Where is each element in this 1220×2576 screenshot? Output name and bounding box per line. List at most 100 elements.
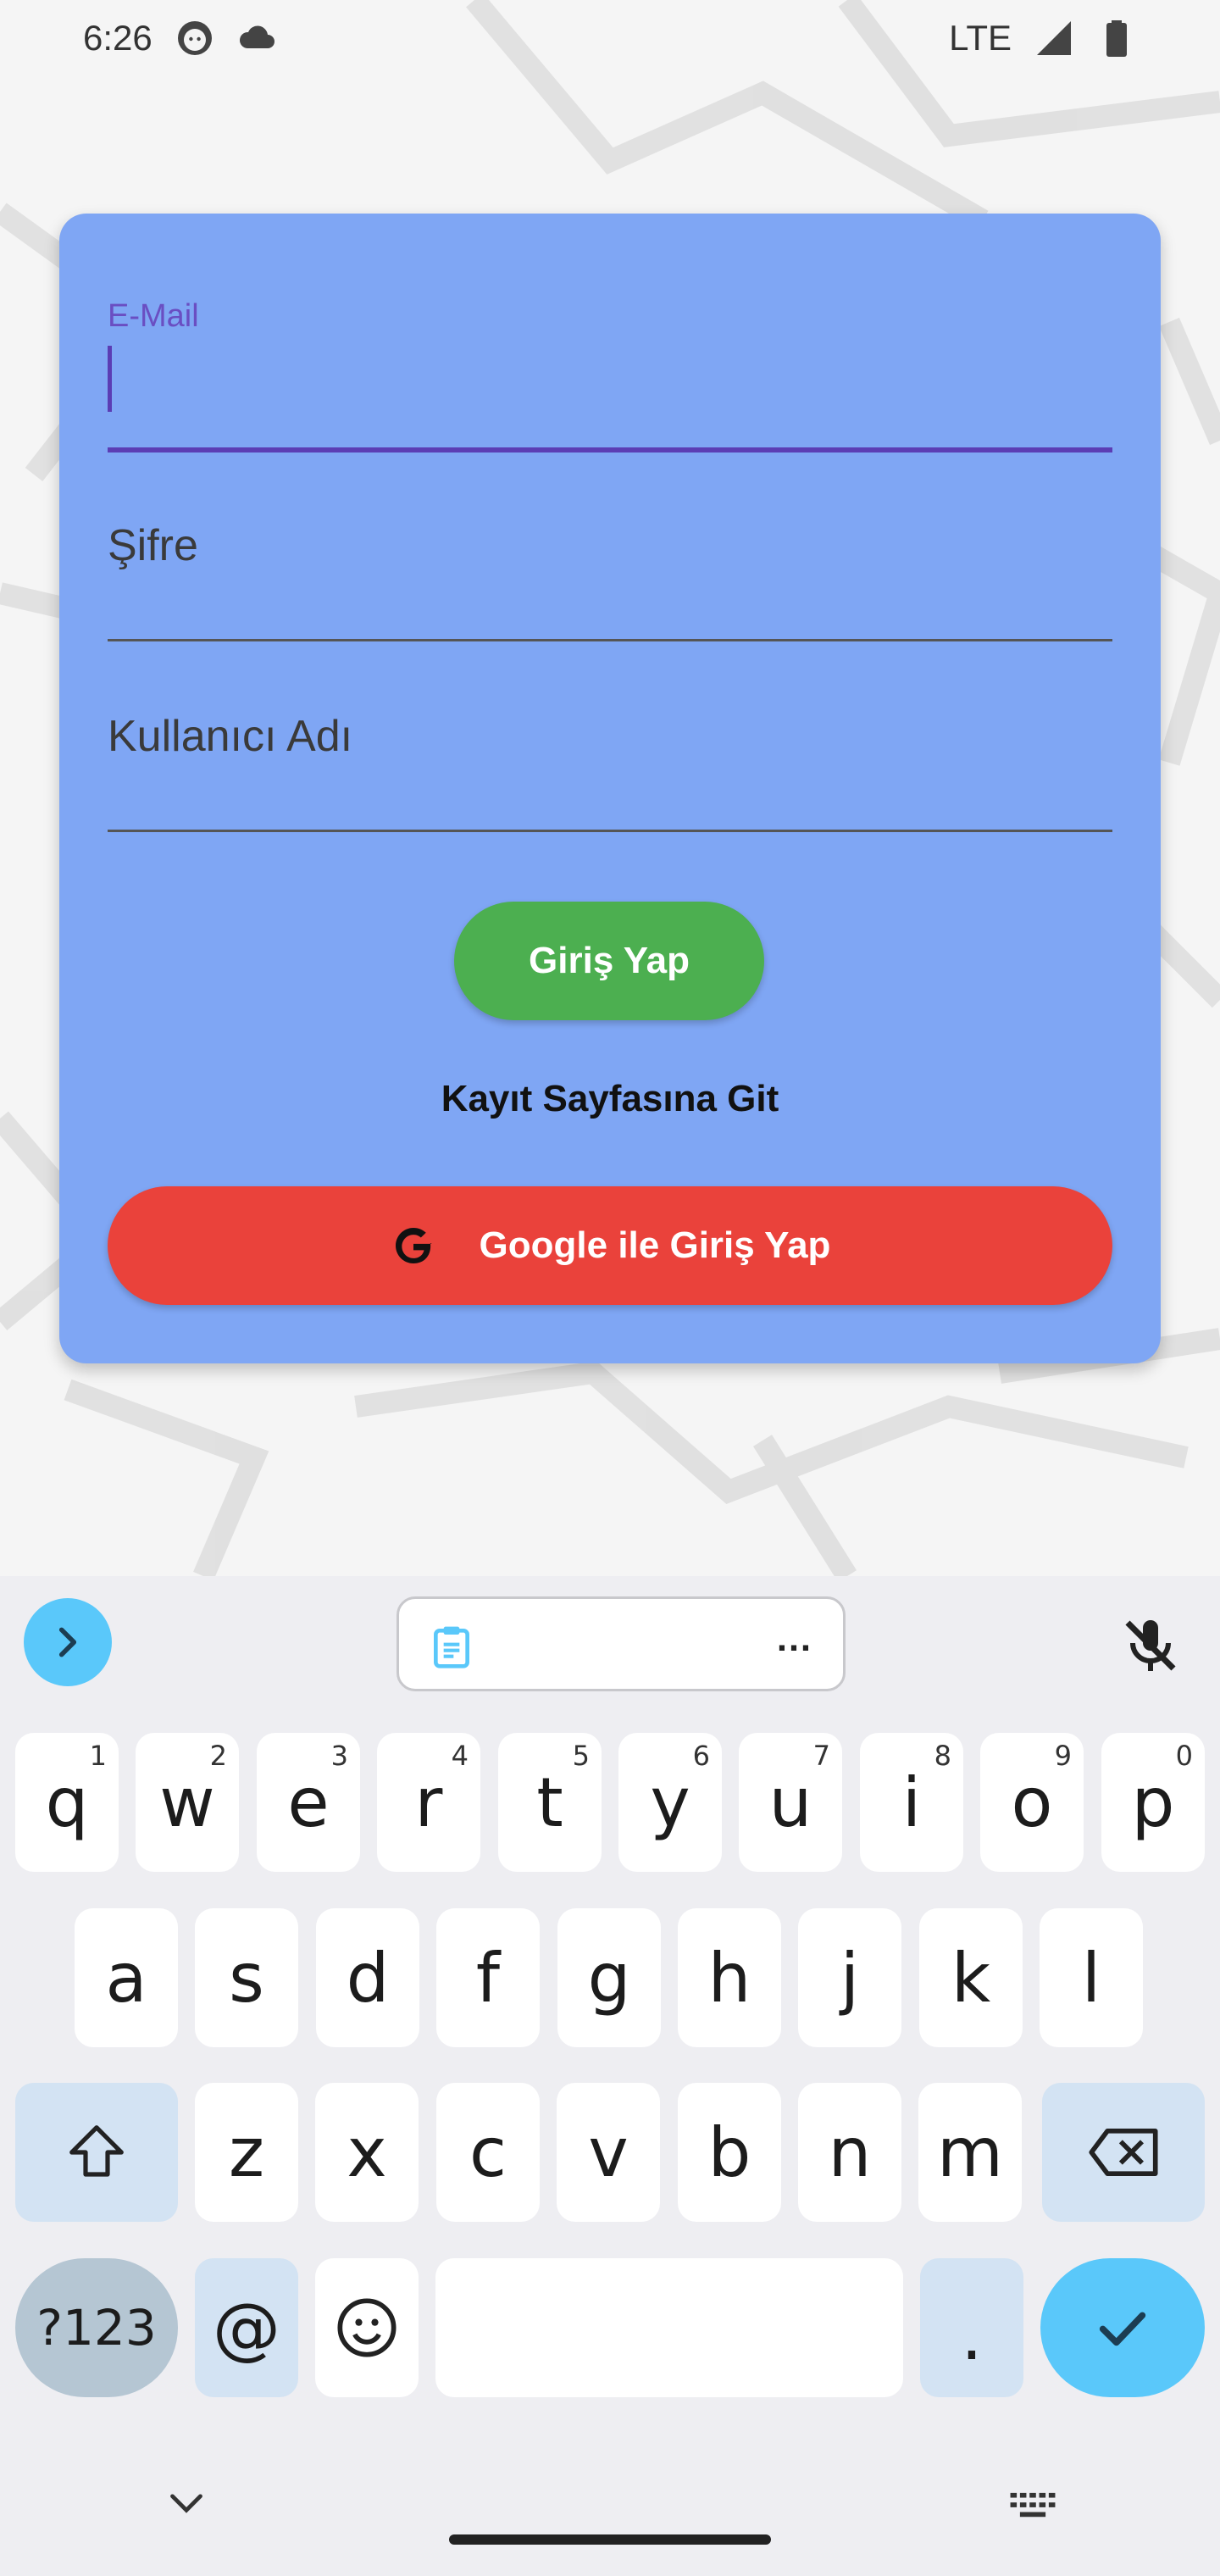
login-button[interactable]: Giriş Yap (454, 902, 764, 1020)
key-label: j (840, 1938, 860, 2018)
key-label: v (588, 2112, 629, 2192)
key-k[interactable]: k (919, 1908, 1023, 2047)
at-key[interactable]: @ (195, 2258, 298, 2397)
key-l[interactable]: l (1040, 1908, 1143, 2047)
shift-key[interactable] (15, 2083, 178, 2222)
key-label: a (105, 1938, 147, 2018)
key-label: z (229, 2112, 264, 2192)
key-w[interactable]: w2 (136, 1733, 239, 1872)
key-d[interactable]: d (316, 1908, 419, 2047)
key-v[interactable]: v (557, 2083, 660, 2222)
gesture-nav-bar[interactable] (449, 2534, 771, 2545)
key-label: d (346, 1938, 390, 2018)
signal-icon (1037, 21, 1071, 55)
username-field[interactable]: Kullanıcı Adı (108, 658, 1112, 832)
key-p[interactable]: p0 (1101, 1733, 1205, 1872)
space-key[interactable] (435, 2258, 903, 2397)
key-n[interactable]: n (798, 2083, 901, 2222)
status-right: LTE (949, 18, 1137, 58)
key-label: l (1081, 1938, 1101, 2018)
key-h[interactable]: h (678, 1908, 781, 2047)
key-hint: 0 (1175, 1740, 1193, 1772)
key-o[interactable]: o9 (980, 1733, 1084, 1872)
key-x[interactable]: x (315, 2083, 419, 2222)
key-m[interactable]: m (918, 2083, 1022, 2222)
clipboard-suggestion[interactable]: … (396, 1596, 846, 1691)
enter-key[interactable] (1040, 2258, 1205, 2397)
username-placeholder: Kullanıcı Adı (108, 712, 353, 761)
cloud-icon (239, 25, 274, 48)
key-z[interactable]: z (195, 2083, 298, 2222)
key-q[interactable]: q1 (15, 1733, 119, 1872)
key-label: m (937, 2112, 1003, 2192)
email-field[interactable]: E-Mail (108, 298, 1112, 452)
expand-toolbar-button[interactable] (24, 1598, 112, 1686)
password-placeholder: Şifre (108, 521, 198, 570)
key-label: o (1011, 1763, 1053, 1842)
chevron-right-icon (58, 1627, 77, 1657)
key-hint: 8 (934, 1740, 951, 1772)
key-c[interactable]: c (436, 2083, 540, 2222)
mic-off-icon[interactable] (1120, 1613, 1181, 1678)
key-hint: 6 (692, 1740, 710, 1772)
period-key[interactable]: . (920, 2258, 1023, 2397)
hide-keyboard-icon[interactable] (168, 2491, 205, 2517)
key-y[interactable]: y6 (618, 1733, 722, 1872)
key-hint: 1 (89, 1740, 107, 1772)
key-a[interactable]: a (75, 1908, 178, 2047)
key-hint: 2 (209, 1740, 227, 1772)
key-hint: 5 (572, 1740, 590, 1772)
key-label: r (414, 1763, 443, 1842)
period-key-label: . (961, 2296, 983, 2375)
key-label: t (536, 1763, 563, 1842)
check-icon (1099, 2312, 1146, 2346)
key-f[interactable]: f (436, 1908, 540, 2047)
network-type: LTE (949, 18, 1012, 58)
shift-icon (69, 2125, 124, 2177)
key-label: f (475, 1938, 501, 2018)
key-i[interactable]: i8 (860, 1733, 963, 1872)
key-label: q (45, 1763, 89, 1842)
backspace-key[interactable] (1042, 2083, 1205, 2222)
emoji-key[interactable] (315, 2258, 419, 2397)
key-b[interactable]: b (678, 2083, 781, 2222)
key-hint: 3 (330, 1740, 348, 1772)
key-hint: 4 (451, 1740, 469, 1772)
register-link[interactable]: Kayıt Sayfasına Git (59, 1078, 1161, 1120)
key-label: e (287, 1763, 330, 1842)
symbols-key-label: ?123 (36, 2299, 157, 2357)
status-left: 6:26 (83, 18, 278, 58)
face-icon (177, 21, 212, 55)
symbols-key[interactable]: ?123 (15, 2258, 178, 2397)
key-label: c (469, 2112, 507, 2192)
google-login-button[interactable]: Google ile Giriş Yap (108, 1186, 1112, 1305)
google-icon (395, 1228, 432, 1263)
email-label: E-Mail (108, 298, 199, 334)
key-hint: 7 (812, 1740, 830, 1772)
password-field[interactable]: Şifre (108, 468, 1112, 641)
key-label: s (229, 1938, 264, 2018)
keyboard-switch-icon[interactable] (1008, 2491, 1057, 2520)
soft-keyboard: … q1w2e3r4t5y6u7i8o9p0 asdfghjkl zxcvbnm… (0, 1576, 1220, 2576)
status-bar: 6:26 LTE (0, 0, 1220, 76)
backspace-icon (1089, 2129, 1158, 2176)
key-label: y (650, 1763, 690, 1842)
key-u[interactable]: u7 (739, 1733, 842, 1872)
clipboard-icon (434, 1626, 469, 1668)
key-label: p (1131, 1763, 1175, 1842)
key-s[interactable]: s (195, 1908, 298, 2047)
key-g[interactable]: g (557, 1908, 661, 2047)
google-button-label: Google ile Giriş Yap (479, 1224, 831, 1266)
key-label: b (707, 2112, 751, 2192)
key-label: x (347, 2112, 387, 2192)
key-j[interactable]: j (798, 1908, 901, 2047)
key-label: u (768, 1763, 812, 1842)
key-e[interactable]: e3 (257, 1733, 360, 1872)
key-r[interactable]: r4 (377, 1733, 480, 1872)
status-time: 6:26 (83, 18, 152, 58)
key-label: g (587, 1938, 631, 2018)
at-key-label: @ (213, 2288, 280, 2368)
key-t[interactable]: t5 (498, 1733, 602, 1872)
key-label: w (159, 1763, 215, 1842)
emoji-icon (337, 2298, 396, 2357)
